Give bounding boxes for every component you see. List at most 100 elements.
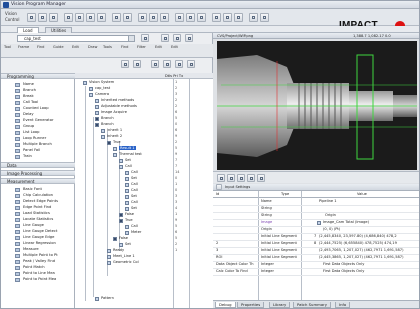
- program-up-icon[interactable]: [185, 34, 193, 42]
- fit-icon[interactable]: [234, 13, 243, 22]
- tab-patch-summary[interactable]: Patch Summary: [293, 302, 331, 308]
- prop-value[interactable]: First Data Objects Only: [323, 262, 364, 266]
- save-icon[interactable]: [49, 13, 58, 22]
- settings-icon[interactable]: [249, 13, 258, 22]
- palette-section-data[interactable]: Data: [1, 162, 75, 168]
- tree-move-down-icon[interactable]: [163, 60, 171, 68]
- tree-node[interactable]: Thermal test: [119, 152, 142, 156]
- new-icon[interactable]: [27, 13, 36, 22]
- program-options-icon[interactable]: [141, 34, 149, 42]
- palette-item[interactable]: Break: [23, 94, 34, 98]
- palette-item[interactable]: Multiple Branch: [23, 142, 52, 146]
- palette-item[interactable]: Detect Edge Points: [23, 199, 58, 203]
- tree-node[interactable]: Set: [131, 206, 137, 210]
- tree-node[interactable]: False: [119, 236, 128, 240]
- step-icon[interactable]: [149, 13, 158, 22]
- tree-node[interactable]: True: [113, 140, 121, 144]
- prop-value[interactable]: (2,493,7065, 1,207,027) (462,7971 1,691,…: [319, 248, 403, 252]
- tree-node[interactable]: Set: [125, 158, 131, 162]
- palette-section-programming[interactable]: Programming: [1, 73, 75, 79]
- palette-item[interactable]: Linear Regression: [23, 241, 56, 245]
- prop-value[interactable]: First Data Objects Only: [323, 269, 364, 273]
- palette-item[interactable]: Edge Point Find: [23, 205, 51, 209]
- tree-node[interactable]: Set: [125, 242, 131, 246]
- palette-item[interactable]: Group: [23, 124, 34, 128]
- palette-item[interactable]: Point to Line Mea: [23, 271, 55, 275]
- tree-node[interactable]: Call: [131, 224, 138, 228]
- overlay-icon[interactable]: [247, 174, 255, 182]
- prop-value[interactable]: (2,445,3865, 1,207,027) (462,7971 1,691,…: [319, 255, 403, 259]
- tree-collapse-icon[interactable]: [133, 60, 141, 68]
- palette-item[interactable]: Call Tool: [23, 100, 38, 104]
- help-icon[interactable]: [260, 13, 269, 22]
- zoom-in-icon[interactable]: [212, 13, 221, 22]
- tab-debug[interactable]: Debug: [215, 302, 236, 308]
- tree-node[interactable]: Inherit 1: [107, 128, 122, 132]
- palette-item[interactable]: Panel Fail: [23, 148, 40, 152]
- tree-node[interactable]: Pattern: [101, 296, 114, 300]
- tree-node[interactable]: Inherit 2: [107, 134, 122, 138]
- palette-item[interactable]: Load Statistics: [23, 211, 50, 215]
- filter-item[interactable]: Edit: [72, 45, 79, 49]
- tree-find-icon[interactable]: [187, 60, 195, 68]
- filter-item[interactable]: Find: [121, 45, 128, 49]
- camera-icon[interactable]: [175, 13, 184, 22]
- prop-value[interactable]: Image_Cam Total (Image): [323, 220, 369, 224]
- tree-node[interactable]: Branch: [101, 116, 114, 120]
- palette-item[interactable]: Branch: [23, 88, 36, 92]
- chevron-down-icon[interactable]: [128, 36, 134, 41]
- palette-item[interactable]: Counted Loop: [23, 106, 49, 110]
- open-icon[interactable]: [38, 13, 47, 22]
- delete-icon[interactable]: [97, 13, 106, 22]
- program-remove-icon[interactable]: [173, 34, 181, 42]
- prop-value[interactable]: (2,445,8340, 23,597.80) (4,686,840) 478,…: [319, 234, 397, 238]
- palette-item[interactable]: Locate Statistics: [23, 217, 53, 221]
- filter-item[interactable]: Find: [37, 45, 44, 49]
- palette-item[interactable]: Line Gauge Edge: [23, 235, 54, 239]
- tree-node[interactable]: Branch: [101, 122, 114, 126]
- toolbar-label-control[interactable]: Control: [5, 17, 19, 22]
- tree-node[interactable]: True: [125, 218, 133, 222]
- palette-item[interactable]: Point to Point Mea: [23, 277, 56, 281]
- tree-node[interactable]: Call: [131, 182, 138, 186]
- program-add-icon[interactable]: [161, 34, 169, 42]
- tree-node[interactable]: Set: [131, 176, 137, 180]
- palette-item[interactable]: Measure: [23, 247, 39, 251]
- tree-node[interactable]: Meet_Line 1: [113, 254, 135, 258]
- filter-item[interactable]: Filter: [137, 45, 146, 49]
- filter-item[interactable]: Edit: [171, 45, 178, 49]
- prop-value[interactable]: Pipeline 1: [319, 199, 337, 203]
- prop-value[interactable]: (0, 0) (Pt): [323, 227, 340, 231]
- palette-item[interactable]: Chip Calculation: [23, 193, 53, 197]
- filter-item[interactable]: Guide: [53, 45, 64, 49]
- stop-icon[interactable]: [160, 13, 169, 22]
- filter-item[interactable]: Tools: [103, 45, 112, 49]
- pan-icon[interactable]: [227, 174, 235, 182]
- palette-item[interactable]: Train: [23, 154, 32, 158]
- palette-item[interactable]: Peak / Valley Find: [23, 259, 55, 263]
- filter-item[interactable]: Frame: [18, 45, 29, 49]
- tree-node[interactable]: Camera: [95, 92, 109, 96]
- tree-node[interactable]: Adjustable methods: [101, 104, 137, 108]
- prop-value[interactable]: (2,444,7525) (6,655840) 478,7525) 474,19: [319, 241, 397, 245]
- program-select[interactable]: cap_test: [17, 35, 135, 42]
- zoom-icon[interactable]: [217, 174, 225, 182]
- palette-section-image-processing[interactable]: Image Processing: [1, 170, 75, 176]
- crosshair-icon[interactable]: [237, 174, 245, 182]
- inspection-image[interactable]: [217, 41, 417, 170]
- palette-item[interactable]: Delay: [23, 112, 34, 116]
- palette-item[interactable]: Point Match: [23, 265, 45, 269]
- tree-node[interactable]: Call: [125, 164, 132, 168]
- prop-value[interactable]: Origin: [325, 213, 336, 217]
- tree-node[interactable]: Call: [131, 200, 138, 204]
- tree-node[interactable]: Call: [131, 170, 138, 174]
- filter-item[interactable]: Draw: [88, 45, 97, 49]
- tree-delete-icon[interactable]: [175, 60, 183, 68]
- tree-node[interactable]: Vision System: [89, 80, 114, 84]
- pin-icon[interactable]: [216, 184, 222, 190]
- tree-node[interactable]: Ready: [113, 248, 124, 252]
- filter-item[interactable]: Tool: [4, 45, 11, 49]
- tree-node[interactable]: Image Acquire: [101, 110, 127, 114]
- tree-node[interactable]: Meter: [131, 230, 141, 234]
- palette-item[interactable]: Multiple Point to Pt: [23, 253, 58, 257]
